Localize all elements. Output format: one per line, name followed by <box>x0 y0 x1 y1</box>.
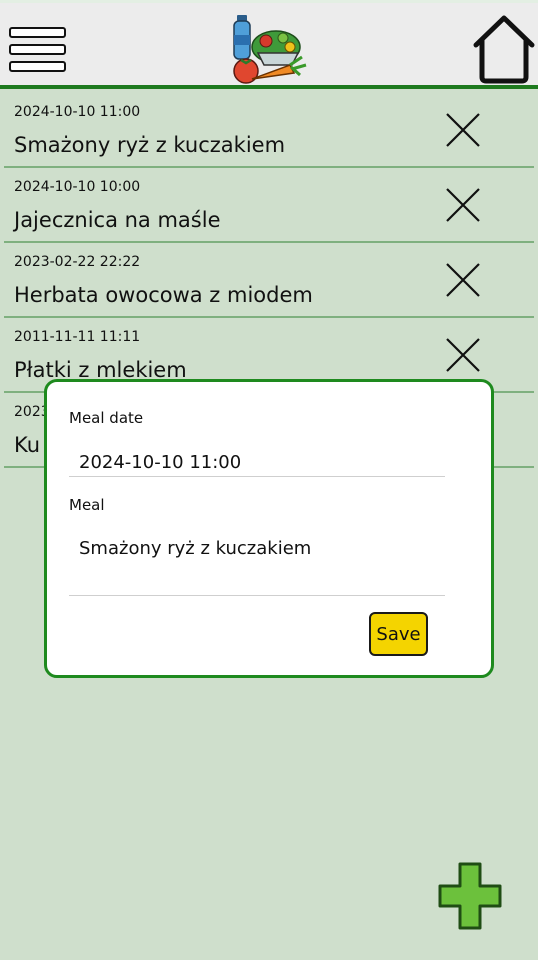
edit-meal-dialog: Meal date Meal Save <box>44 379 494 678</box>
save-button[interactable]: Save <box>369 612 428 656</box>
home-icon[interactable] <box>472 13 536 85</box>
meal-date-label: Meal date <box>69 409 144 427</box>
meal-list-item[interactable]: 2023-02-22 22:22 Herbata owocowa z miode… <box>4 243 534 318</box>
meal-list-item[interactable]: 2024-10-10 11:00 Smażony ryż z kuczakiem <box>4 93 534 168</box>
app-header <box>0 0 538 89</box>
hamburger-menu-icon[interactable] <box>9 27 66 77</box>
meal-list-item[interactable]: 2024-10-10 10:00 Jajecznica na maśle <box>4 168 534 243</box>
meal-name: Ku <box>14 433 41 457</box>
meal-date: 2011-11-11 11:11 <box>14 329 141 345</box>
close-icon[interactable] <box>443 110 483 150</box>
menu-bar <box>9 44 66 55</box>
meal-label: Meal <box>69 496 105 514</box>
meal-date: 2024-10-10 11:00 <box>14 104 141 120</box>
menu-bar <box>9 61 66 72</box>
meal-name: Herbata owocowa z miodem <box>14 283 313 307</box>
vegetables-logo-icon <box>233 15 307 84</box>
meal-name: Smażony ryż z kuczakiem <box>14 133 286 157</box>
meal-date: 2024-10-10 10:00 <box>14 179 141 195</box>
meal-name: Jajecznica na maśle <box>14 208 221 232</box>
meal-date-input[interactable] <box>69 448 445 477</box>
meal-input[interactable] <box>69 532 445 596</box>
close-icon[interactable] <box>443 335 483 375</box>
close-icon[interactable] <box>443 185 483 225</box>
meal-date: 2023-02-22 22:22 <box>14 254 141 270</box>
add-meal-plus-icon[interactable] <box>436 860 504 932</box>
close-icon[interactable] <box>443 260 483 300</box>
menu-bar <box>9 27 66 38</box>
